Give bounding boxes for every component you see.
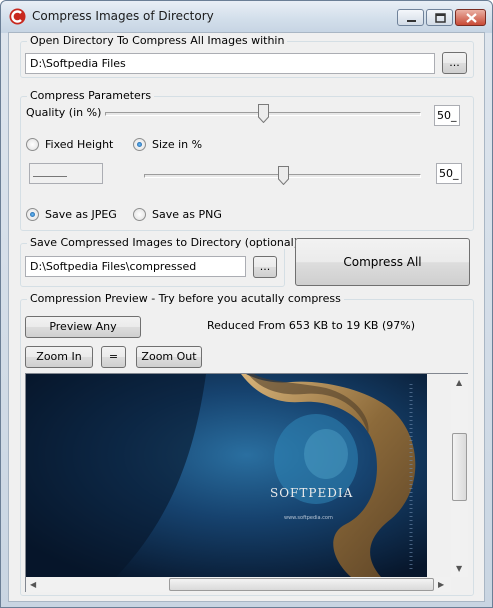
fixed-height-radio[interactable]: [26, 138, 39, 151]
compress-parameters-label: Compress Parameters: [27, 89, 155, 102]
minimize-button[interactable]: [397, 9, 424, 26]
destination-directory-input[interactable]: D:\Softpedia Files\compressed: [25, 256, 246, 277]
compression-preview-label: Compression Preview - Try before you acu…: [27, 292, 344, 305]
compress-all-button[interactable]: Compress All: [295, 238, 470, 286]
scroll-left-arrow-icon[interactable]: ◀: [30, 580, 36, 590]
fixed-height-field[interactable]: [29, 163, 103, 184]
source-directory-input[interactable]: D:\Softpedia Files: [25, 53, 435, 74]
scroll-right-arrow-icon[interactable]: ▶: [438, 580, 444, 590]
zoom-out-button[interactable]: Zoom Out: [136, 346, 202, 368]
maximize-icon: [435, 13, 446, 23]
quality-value: 50: [437, 109, 451, 122]
quality-label: Quality (in %): [26, 106, 102, 119]
title-bar[interactable]: Compress Images of Directory: [1, 1, 492, 33]
vertical-scroll-thumb[interactable]: [452, 433, 467, 501]
compression-result-text: Reduced From 653 KB to 19 KB (97%): [207, 319, 415, 332]
quality-slider-thumb[interactable]: [258, 104, 269, 123]
maximize-button[interactable]: [426, 9, 453, 26]
preview-vertical-scrollbar[interactable]: ▲ ▼: [451, 374, 468, 577]
scroll-down-arrow-icon[interactable]: ▼: [456, 564, 462, 574]
save-jpeg-label: Save as JPEG: [45, 208, 117, 221]
image-caption: SOFTPEDIA: [270, 486, 354, 500]
fixed-height-label: Fixed Height: [45, 138, 114, 151]
destination-directory-label: Save Compressed Images to Directory (opt…: [27, 236, 301, 249]
save-png-radio[interactable]: [133, 208, 146, 221]
preview-panel: SOFTPEDIA www.softpedia.com ▲ ▼ ◀ ▶: [25, 373, 468, 592]
close-icon: [466, 13, 477, 23]
destination-browse-button[interactable]: ...: [253, 256, 277, 278]
size-value: 50: [439, 167, 453, 180]
size-value-field[interactable]: 50_: [436, 163, 462, 184]
zoom-reset-button[interactable]: =: [101, 346, 126, 368]
source-directory-label: Open Directory To Compress All Images wi…: [27, 34, 288, 47]
image-url-text: www.softpedia.com: [284, 515, 333, 521]
zoom-in-button[interactable]: Zoom In: [25, 346, 93, 368]
close-button[interactable]: [455, 9, 486, 26]
preview-any-button[interactable]: Preview Any: [25, 316, 141, 338]
horizontal-scroll-thumb[interactable]: [169, 578, 434, 591]
size-percent-radio[interactable]: [133, 138, 146, 151]
coastline-image: [26, 374, 427, 577]
minimize-icon: [407, 20, 416, 22]
size-percent-label: Size in %: [152, 138, 203, 151]
scrollbar-corner: [451, 577, 468, 592]
scroll-up-arrow-icon[interactable]: ▲: [456, 378, 462, 388]
save-jpeg-radio[interactable]: [26, 208, 39, 221]
preview-image[interactable]: SOFTPEDIA www.softpedia.com: [26, 374, 427, 577]
quality-value-field[interactable]: 50_: [434, 105, 460, 126]
client-area: Open Directory To Compress All Images wi…: [8, 32, 485, 602]
app-window: Compress Images of Directory Open Direct…: [0, 0, 493, 608]
window-title: Compress Images of Directory: [32, 9, 214, 23]
preview-horizontal-scrollbar[interactable]: ◀ ▶: [26, 577, 451, 592]
save-png-label: Save as PNG: [152, 208, 222, 221]
source-browse-button[interactable]: ...: [442, 52, 467, 74]
size-slider-thumb[interactable]: [277, 166, 289, 185]
app-icon: [9, 8, 26, 25]
